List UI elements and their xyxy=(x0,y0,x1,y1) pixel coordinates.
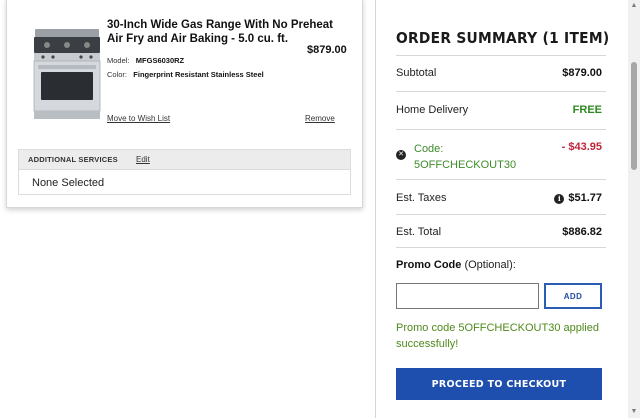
subtotal-row: Subtotal $879.00 xyxy=(396,67,606,79)
coupon-discount-value: - $43.95 xyxy=(561,141,602,153)
promo-label-strong: Promo Code xyxy=(396,259,462,271)
page-scrollbar[interactable]: ▲ ▼ xyxy=(628,0,640,418)
divider xyxy=(396,247,606,248)
scroll-up-icon[interactable]: ▲ xyxy=(630,2,638,10)
coupon-code: 5OFFCHECKOUT30 xyxy=(414,159,517,171)
product-title[interactable]: 30-Inch Wide Gas Range With No Preheat A… xyxy=(107,18,337,46)
subtotal-value: $879.00 xyxy=(562,67,602,79)
coupon-code-prefix: Code: xyxy=(414,143,444,155)
product-color: Color: Fingerprint Resistant Stainless S… xyxy=(107,70,267,80)
scroll-down-icon[interactable]: ▼ xyxy=(630,408,638,416)
remove-item-link[interactable]: Remove xyxy=(305,114,335,123)
total-row: Est. Total $886.82 xyxy=(396,226,606,238)
product-model: Model: MFGS6030RZ xyxy=(107,56,184,65)
taxes-value: $51.77 xyxy=(568,192,602,204)
services-header: ADDITIONAL SERVICES Edit xyxy=(19,150,350,170)
divider xyxy=(396,129,606,130)
proceed-to-checkout-button[interactable]: PROCEED TO CHECKOUT xyxy=(396,368,602,400)
taxes-value-wrap: i $51.77 xyxy=(554,192,602,204)
info-icon[interactable]: i xyxy=(554,194,565,204)
delivery-row: Home Delivery FREE xyxy=(396,104,606,116)
total-value: $886.82 xyxy=(562,226,602,238)
close-circle-icon[interactable]: ✕ xyxy=(396,150,406,160)
promo-code-input[interactable] xyxy=(396,283,539,309)
promo-label-optional: (Optional): xyxy=(461,259,516,271)
order-summary-panel xyxy=(375,0,628,418)
scroll-thumb[interactable] xyxy=(631,62,637,170)
cart-item-card: 30-Inch Wide Gas Range With No Preheat A… xyxy=(6,0,363,208)
total-label: Est. Total xyxy=(396,226,442,238)
add-promo-button[interactable]: ADD xyxy=(544,283,602,309)
divider xyxy=(396,214,606,215)
product-image[interactable] xyxy=(29,23,105,123)
divider xyxy=(396,55,606,56)
services-header-label: ADDITIONAL SERVICES xyxy=(28,155,118,164)
color-value: Fingerprint Resistant Stainless Steel xyxy=(133,70,264,79)
model-label: Model: xyxy=(107,56,130,65)
model-value: MFGS6030RZ xyxy=(135,56,185,65)
divider xyxy=(396,179,606,180)
promo-code-label: Promo Code (Optional): xyxy=(396,259,516,271)
taxes-label: Est. Taxes xyxy=(396,192,447,204)
delivery-label: Home Delivery xyxy=(396,104,469,116)
promo-success-message: Promo code 5OFFCHECKOUT30 applied succes… xyxy=(396,322,599,350)
product-price: $879.00 xyxy=(307,44,347,56)
summary-title: ORDER SUMMARY (1 ITEM) xyxy=(396,29,610,47)
divider xyxy=(396,91,606,92)
additional-services: ADDITIONAL SERVICES Edit None Selected xyxy=(18,149,351,195)
taxes-row: Est. Taxes i $51.77 xyxy=(396,192,606,204)
services-value: None Selected xyxy=(32,177,105,189)
subtotal-label: Subtotal xyxy=(396,67,437,79)
delivery-value: FREE xyxy=(572,104,602,116)
coupon-row: Code: 5OFFCHECKOUT30 - $43.95 xyxy=(414,141,606,173)
move-to-wishlist-link[interactable]: Move to Wish List xyxy=(107,114,170,123)
color-label: Color: xyxy=(107,70,128,79)
edit-services-link[interactable]: Edit xyxy=(136,155,150,164)
